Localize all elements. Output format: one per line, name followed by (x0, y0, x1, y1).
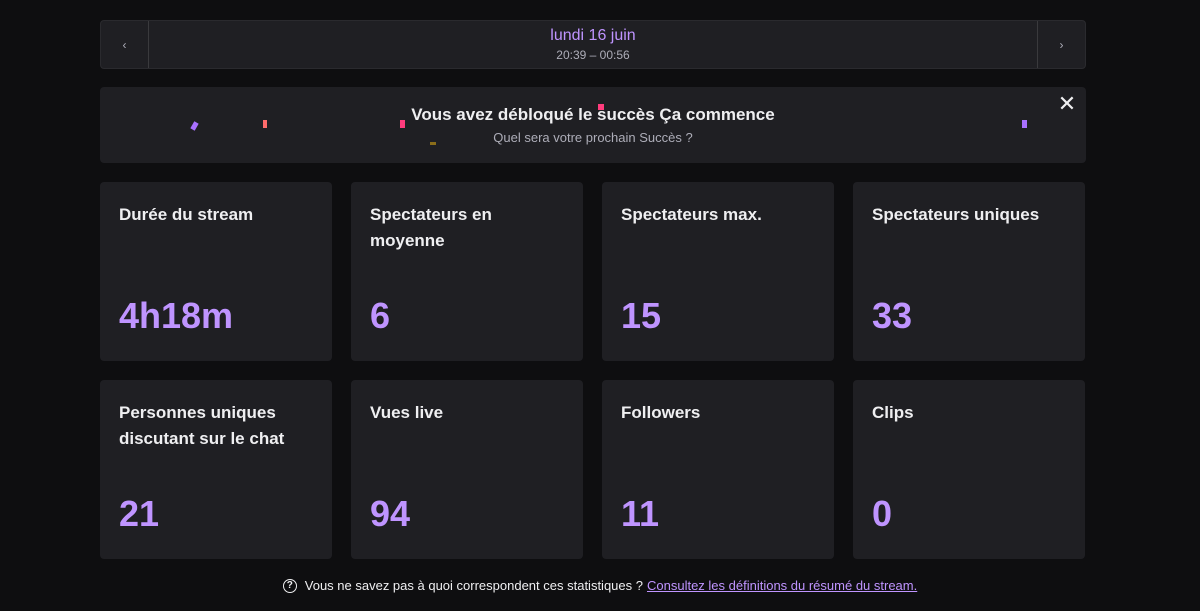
confetti-piece (400, 120, 405, 128)
stat-label: Spectateurs en moyenne (370, 205, 492, 250)
stat-label: Followers (621, 403, 701, 422)
chevron-left-icon: ‹ (122, 37, 127, 52)
stream-summary: ‹ lundi 16 juin 20:39 – 00:56 › Vous ave… (100, 20, 1086, 559)
stat-label: Vues live (370, 403, 444, 422)
stat-card-unique-chatters: Personnes uniques discutant sur le chat … (100, 380, 332, 559)
stat-card-live-views: Vues live 94 (351, 380, 583, 559)
stat-card-unique-viewers: Spectateurs uniques 33 (853, 182, 1085, 361)
date-navigator: ‹ lundi 16 juin 20:39 – 00:56 › (100, 20, 1086, 69)
stat-card-stream-duration: Durée du stream 4h18m (100, 182, 332, 361)
confetti-piece (190, 121, 199, 131)
stat-value: 21 (119, 493, 160, 534)
achievement-subtitle: Quel sera votre prochain Succès ? (493, 130, 693, 145)
help-icon: ? (282, 578, 297, 593)
confetti-piece (598, 104, 604, 110)
achievement-title: Vous avez débloqué le succès Ça commence (411, 105, 775, 124)
help-text: Vous ne savez pas à quoi correspondent c… (304, 578, 643, 593)
confetti-piece (430, 142, 436, 145)
definitions-link[interactable]: Consultez les définitions du résumé du s… (647, 578, 917, 593)
stat-value: 11 (621, 493, 660, 534)
stream-time-range: 20:39 – 00:56 (556, 48, 630, 62)
achievement-banner: Vous avez débloqué le succès Ça commence… (100, 87, 1086, 163)
stats-help-footer: ? Vous ne savez pas à quoi correspondent… (0, 578, 1200, 593)
stat-label: Clips (872, 403, 914, 422)
stat-value: 0 (872, 493, 893, 534)
stat-value: 33 (872, 295, 913, 336)
stat-card-clips: Clips 0 (853, 380, 1085, 559)
confetti-piece (1022, 120, 1027, 128)
stat-label: Spectateurs max. (621, 205, 762, 224)
stat-label: Durée du stream (119, 205, 254, 224)
stat-value: 4h18m (119, 295, 234, 336)
stat-card-average-viewers: Spectateurs en moyenne 6 (351, 182, 583, 361)
confetti-piece (263, 120, 267, 128)
stats-grid: Durée du stream 4h18m Spectateurs en moy… (100, 182, 1086, 559)
previous-stream-button[interactable]: ‹ (101, 21, 149, 68)
stat-value: 15 (621, 295, 662, 336)
next-stream-button[interactable]: › (1037, 21, 1085, 68)
stat-label: Personnes uniques discutant sur le chat (119, 403, 285, 448)
stream-date: lundi 16 juin (550, 27, 636, 44)
date-display: lundi 16 juin 20:39 – 00:56 (149, 21, 1037, 68)
chevron-right-icon: › (1059, 37, 1064, 52)
close-banner-button[interactable]: ✕ (1056, 93, 1078, 115)
stat-card-followers: Followers 11 (602, 380, 834, 559)
stat-label: Spectateurs uniques (872, 205, 1040, 224)
stat-card-max-viewers: Spectateurs max. 15 (602, 182, 834, 361)
stat-value: 94 (370, 493, 411, 534)
stat-value: 6 (370, 295, 391, 336)
close-icon: ✕ (1057, 91, 1077, 116)
